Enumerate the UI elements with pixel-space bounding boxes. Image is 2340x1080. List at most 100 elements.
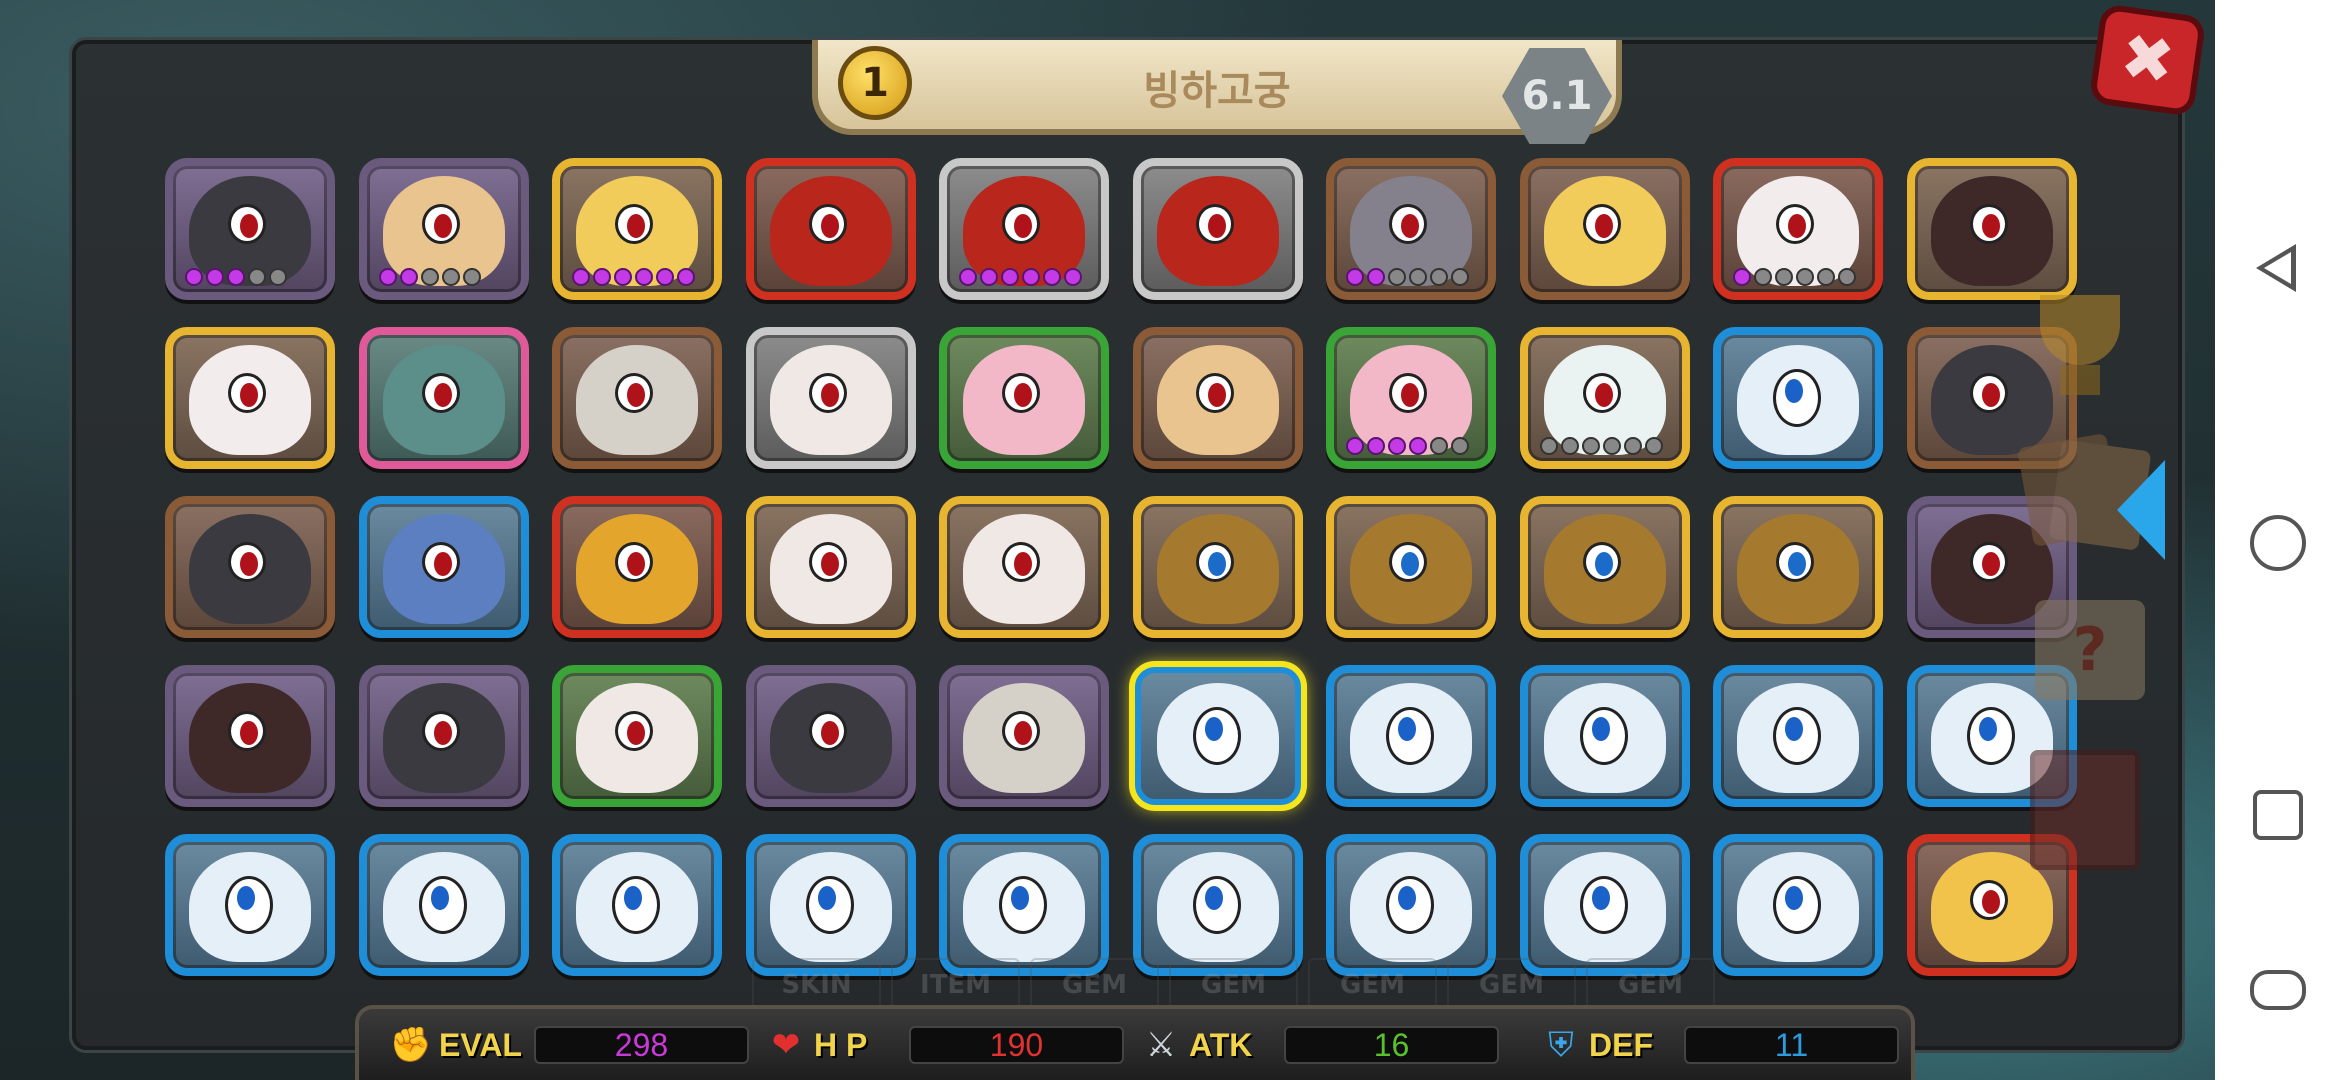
dragon-card[interactable] <box>552 834 722 976</box>
dragon-card[interactable] <box>1326 327 1496 469</box>
star-pip <box>420 268 439 286</box>
hp-label: H P <box>814 1026 868 1063</box>
dragon-card[interactable] <box>745 158 916 300</box>
dragon-card[interactable] <box>1519 496 1690 638</box>
dragon-card[interactable] <box>552 496 722 638</box>
dragon-eye <box>808 204 847 244</box>
dragon-card[interactable] <box>165 665 335 807</box>
dragon-eye <box>1002 711 1040 751</box>
star-pip <box>980 268 998 286</box>
star-pip <box>1775 268 1793 286</box>
dragon-eye <box>1966 707 2015 765</box>
dragon-eye <box>1195 204 1234 244</box>
background-tabs: SKIN ITEM GEM GEM GEM GEM GEM <box>752 958 1715 1012</box>
star-pip <box>1602 437 1621 455</box>
close-icon: ✖ <box>2115 19 2180 101</box>
dragon-eye <box>1002 204 1040 244</box>
background-tab: ITEM <box>891 958 1020 1012</box>
star-pip <box>1367 437 1385 455</box>
def-label: DEF <box>1589 1026 1653 1063</box>
star-pip <box>1388 437 1406 455</box>
star-pip <box>1581 437 1600 455</box>
dragon-card[interactable] <box>1132 834 1303 976</box>
dragon-card[interactable] <box>1713 834 1883 976</box>
game-mode-icon[interactable] <box>2250 970 2306 1010</box>
dragon-card[interactable] <box>552 665 722 807</box>
dragon-eye <box>1389 373 1427 413</box>
dragon-card[interactable] <box>1132 327 1303 469</box>
back-icon[interactable] <box>2250 240 2306 296</box>
dragon-eye <box>1773 707 1821 765</box>
dragon-card[interactable] <box>939 327 1109 469</box>
star-pip <box>269 268 287 286</box>
home-icon[interactable] <box>2250 515 2306 571</box>
dragon-eye <box>228 711 266 751</box>
dragon-eye <box>228 204 266 244</box>
dragon-card[interactable] <box>1713 665 1883 807</box>
dragon-card[interactable] <box>1906 158 2077 300</box>
book-icon[interactable] <box>2010 745 2150 875</box>
dragon-card[interactable] <box>165 496 335 638</box>
dragon-card[interactable] <box>939 834 1109 976</box>
dragon-card[interactable] <box>1519 327 1690 469</box>
dragon-card[interactable] <box>939 496 1109 638</box>
dragon-card[interactable] <box>1132 158 1303 300</box>
dragon-card[interactable] <box>1519 834 1690 976</box>
dragon-card[interactable] <box>939 158 1109 300</box>
dragon-card[interactable] <box>745 496 916 638</box>
dragon-eye <box>1776 204 1814 244</box>
dragon-eye <box>1773 369 1821 427</box>
dragon-card[interactable] <box>358 158 529 300</box>
dragon-card[interactable] <box>1128 661 1307 811</box>
star-pip <box>378 268 397 286</box>
dragon-card[interactable] <box>1132 496 1303 638</box>
dragon-eye <box>1579 707 1628 765</box>
game-screen: 1 빙하고궁 6.1 SKINITEMGEMGEMGEMGEMGEM ✖ ✊ E… <box>0 0 2215 1080</box>
crossed-swords-icon: ⚔ <box>1145 1025 1177 1065</box>
system-nav-bar <box>2215 0 2340 1080</box>
atk-label: ATK <box>1189 1026 1253 1063</box>
dragon-card[interactable] <box>1326 834 1496 976</box>
dragon-eye <box>808 711 847 751</box>
recents-icon[interactable] <box>2253 790 2303 840</box>
dragon-card[interactable] <box>939 665 1109 807</box>
star-pip <box>1409 268 1427 286</box>
dragon-eye <box>1582 204 1621 244</box>
eval-label: EVAL <box>439 1026 522 1063</box>
background-tab: GEM <box>1169 958 1298 1012</box>
dragon-card[interactable] <box>1519 665 1690 807</box>
expand-arrow-icon[interactable] <box>2117 460 2165 560</box>
dragon-card[interactable] <box>165 327 335 469</box>
dragon-card[interactable] <box>165 158 335 300</box>
dragon-card[interactable] <box>745 834 916 976</box>
star-pip <box>1430 437 1448 455</box>
dragon-card[interactable] <box>358 496 529 638</box>
close-button[interactable]: ✖ <box>2088 3 2207 117</box>
star-rating <box>572 268 695 286</box>
dragon-eye <box>1969 880 2008 920</box>
dragon-card[interactable] <box>745 665 916 807</box>
dragon-card[interactable] <box>1713 496 1883 638</box>
dragon-card[interactable] <box>552 327 722 469</box>
dragon-card[interactable] <box>1713 327 1883 469</box>
dragon-card[interactable] <box>358 834 529 976</box>
dragon-card[interactable] <box>358 665 529 807</box>
quest-scroll-icon[interactable] <box>2010 590 2150 710</box>
dragon-card[interactable] <box>745 327 916 469</box>
dragon-eye <box>1389 204 1427 244</box>
dragon-card[interactable] <box>1326 665 1496 807</box>
dragon-card[interactable] <box>1713 158 1883 300</box>
star-pip <box>1001 268 1019 286</box>
dragon-card[interactable] <box>358 327 529 469</box>
dragon-card[interactable] <box>1326 158 1496 300</box>
trophy-icon[interactable] <box>2010 285 2150 405</box>
dragon-card[interactable] <box>1519 158 1690 300</box>
dragon-card[interactable] <box>165 834 335 976</box>
star-pip <box>1346 268 1364 286</box>
dragon-card[interactable] <box>552 158 722 300</box>
dragon-card[interactable] <box>1326 496 1496 638</box>
star-rating <box>1346 437 1469 455</box>
dragon-eye <box>1002 542 1040 582</box>
star-pip <box>462 268 481 286</box>
dragon-eye <box>421 373 460 413</box>
